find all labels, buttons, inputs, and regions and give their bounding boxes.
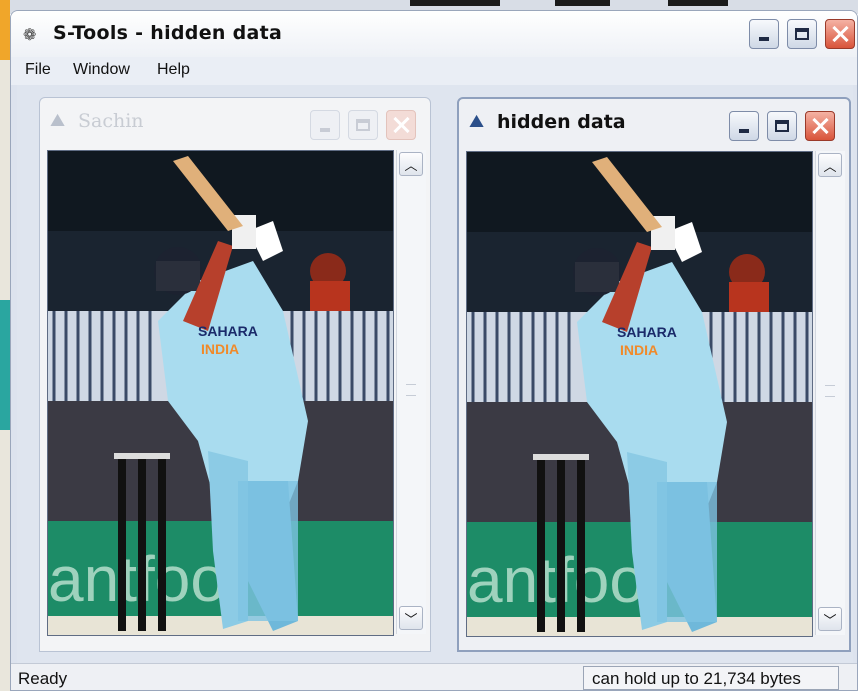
image-pane: antfoo SAHARA INDIA <box>47 150 394 636</box>
scroll-thumb-grip[interactable] <box>825 385 835 397</box>
menu-window[interactable]: Window <box>73 61 130 79</box>
child-window-sachin[interactable]: ⛰ Sachin antfoo SAHARA INDIA ︿ ﹀ <box>39 97 431 652</box>
maximize-icon <box>795 28 809 40</box>
vertical-scrollbar[interactable]: ︿ ﹀ <box>815 151 845 635</box>
child-close-button[interactable] <box>386 110 416 140</box>
desktop-taskbar-fragment <box>410 0 500 6</box>
close-icon <box>832 26 848 42</box>
main-window: ❁ S-Tools - hidden data File Window Help… <box>10 10 858 691</box>
s-tools-icon[interactable]: ❁ <box>23 25 36 44</box>
minimize-icon <box>320 128 330 132</box>
desktop-wallpaper-fragment <box>0 0 10 60</box>
chevron-up-icon: ︿ <box>823 159 837 175</box>
child-minimize-button[interactable] <box>310 110 340 140</box>
menu-help[interactable]: Help <box>157 61 190 79</box>
picture-document-icon: ⛰ <box>50 110 66 131</box>
svg-text:INDIA: INDIA <box>201 341 239 357</box>
cricket-batsman-image: antfoo SAHARA INDIA <box>467 152 812 636</box>
close-button[interactable] <box>825 19 855 49</box>
child-maximize-button[interactable] <box>348 110 378 140</box>
maximize-icon <box>775 120 789 132</box>
chevron-down-icon: ﹀ <box>823 613 837 629</box>
chevron-up-icon: ︿ <box>404 158 418 174</box>
close-icon <box>393 117 409 133</box>
menu-file[interactable]: File <box>25 61 51 79</box>
svg-text:SAHARA: SAHARA <box>617 324 677 340</box>
maximize-icon <box>356 119 370 131</box>
desktop-taskbar-fragment <box>555 0 610 6</box>
menu-bar: File Window Help <box>11 57 857 85</box>
svg-text:SAHARA: SAHARA <box>198 323 258 339</box>
scroll-up-button[interactable]: ︿ <box>399 152 423 176</box>
svg-text:antfoo: antfoo <box>48 543 226 615</box>
status-text: Ready <box>18 669 68 688</box>
child-close-button[interactable] <box>805 111 835 141</box>
capacity-status: can hold up to 21,734 bytes <box>583 666 839 690</box>
maximize-button[interactable] <box>787 19 817 49</box>
scroll-down-button[interactable]: ﹀ <box>399 606 423 630</box>
minimize-icon <box>759 37 769 41</box>
image-pane: antfoo SAHARA INDIA <box>466 151 813 637</box>
desktop-taskbar-fragment <box>668 0 728 6</box>
child-window-title: Sachin <box>78 110 144 132</box>
main-title-bar[interactable]: ❁ S-Tools - hidden data <box>11 11 857 57</box>
cricket-batsman-image: antfoo SAHARA INDIA <box>48 151 393 635</box>
minimize-icon <box>739 129 749 133</box>
minimize-button[interactable] <box>749 19 779 49</box>
status-bar: Ready can hold up to 21,734 bytes <box>11 663 857 690</box>
mdi-client-area: ⛰ Sachin antfoo SAHARA INDIA ︿ ﹀ ⛰ hidde… <box>17 85 853 663</box>
child-window-hidden-data[interactable]: ⛰ hidden data antfoo SAHARA INDIA ︿ ﹀ <box>457 97 851 652</box>
desktop-left-edge <box>0 0 10 691</box>
child-window-title: hidden data <box>497 111 626 133</box>
child-title-bar[interactable]: ⛰ Sachin <box>40 98 430 142</box>
desktop-wallpaper-fragment <box>0 300 10 430</box>
scroll-down-button[interactable]: ﹀ <box>818 607 842 631</box>
chevron-down-icon: ﹀ <box>404 612 418 628</box>
child-title-bar[interactable]: ⛰ hidden data <box>459 99 849 143</box>
scroll-up-button[interactable]: ︿ <box>818 153 842 177</box>
child-maximize-button[interactable] <box>767 111 797 141</box>
child-minimize-button[interactable] <box>729 111 759 141</box>
scroll-thumb-grip[interactable] <box>406 384 416 396</box>
picture-document-icon: ⛰ <box>469 111 485 132</box>
window-title: S-Tools - hidden data <box>53 22 283 44</box>
svg-text:INDIA: INDIA <box>620 342 658 358</box>
close-icon <box>812 118 828 134</box>
svg-text:antfoo: antfoo <box>467 544 645 616</box>
vertical-scrollbar[interactable]: ︿ ﹀ <box>396 150 426 634</box>
